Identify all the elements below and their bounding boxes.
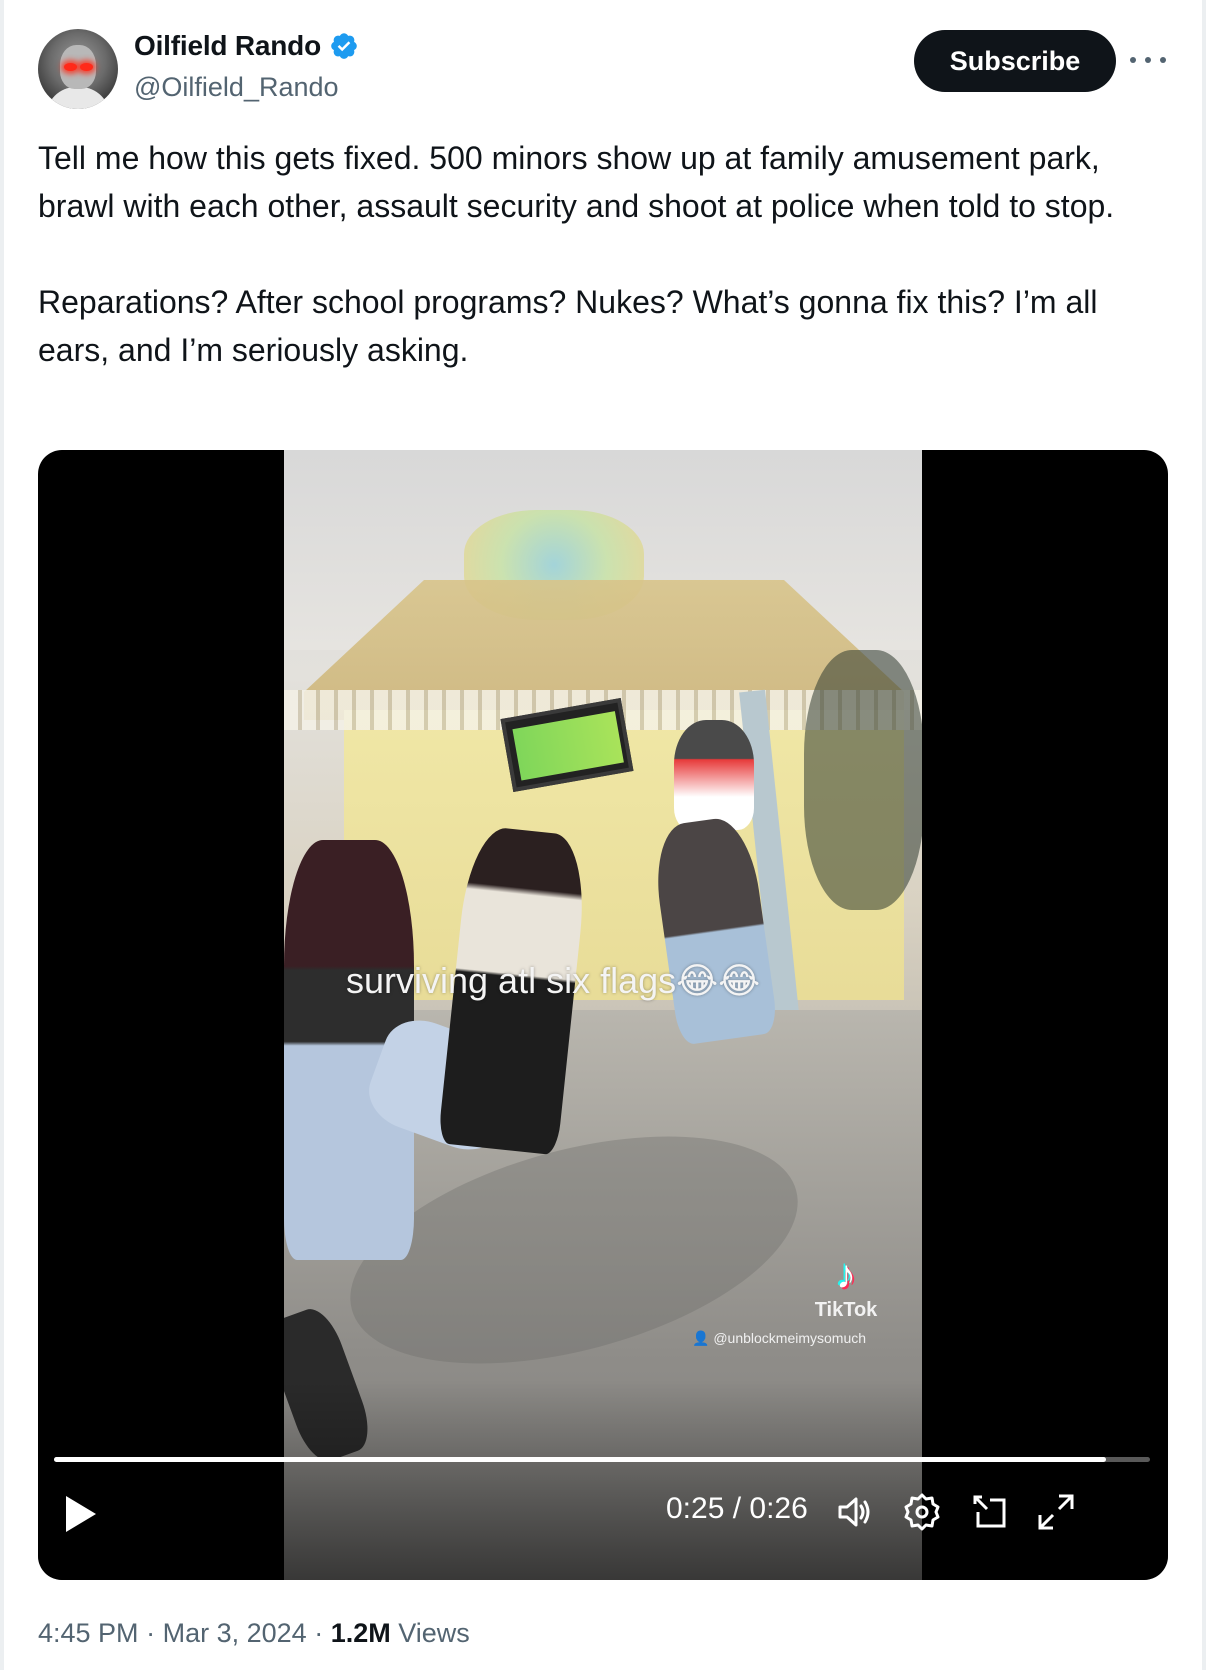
tiktok-logo-icon: ♪	[836, 1253, 856, 1297]
video-progress-fill	[54, 1457, 1107, 1462]
tiktok-brand: TikTok	[814, 1299, 878, 1321]
tiktok-username-text: @unblockmeimysomuch	[713, 1330, 867, 1346]
author-name-row: Oilfield Rando	[134, 30, 359, 62]
video-progress-bar[interactable]	[54, 1457, 1150, 1462]
pop-out-icon[interactable]	[970, 1492, 1010, 1532]
subscribe-button[interactable]: Subscribe	[914, 30, 1116, 92]
user-icon: 👤	[692, 1330, 710, 1346]
author-handle[interactable]: @Oilfield_Rando	[134, 72, 339, 103]
tweet-date[interactable]: Mar 3, 2024	[163, 1618, 307, 1648]
fullscreen-icon[interactable]	[1036, 1492, 1076, 1532]
page-border-left	[0, 0, 4, 1670]
avatar[interactable]	[38, 29, 118, 109]
tweet-paragraph: Reparations? After school programs? Nuke…	[38, 284, 1098, 368]
controls-gradient	[38, 1380, 1168, 1580]
play-icon[interactable]	[60, 1492, 100, 1536]
video-caption: surviving atl six flags😂😂	[346, 960, 761, 1001]
tweet-paragraph: Tell me how this gets fixed. 500 minors …	[38, 140, 1115, 224]
views-label: Views	[398, 1618, 470, 1648]
author-display-name[interactable]: Oilfield Rando	[134, 30, 321, 62]
tiktok-watermark: ♪ TikTok	[806, 1255, 886, 1322]
settings-gear-icon[interactable]	[902, 1492, 942, 1532]
video-time: 0:25 / 0:26	[666, 1492, 808, 1525]
verified-badge-icon	[331, 33, 357, 59]
page-border-right	[1202, 0, 1206, 1670]
volume-icon[interactable]	[834, 1492, 874, 1532]
tweet-meta: 4:45 PM · Mar 3, 2024 · 1.2M Views	[38, 1618, 470, 1649]
video-player[interactable]: surviving atl six flags😂😂 ♪ TikTok 👤 @un…	[38, 450, 1168, 1580]
tweet-card: Oilfield Rando @Oilfield_Rando Subscribe…	[38, 0, 1168, 1670]
meta-separator: ·	[314, 1618, 324, 1648]
tweet-time[interactable]: 4:45 PM	[38, 1618, 139, 1648]
more-horizontal-icon[interactable]	[1130, 48, 1166, 72]
meta-separator: ·	[146, 1618, 156, 1648]
tiktok-username: 👤 @unblockmeimysomuch	[692, 1330, 866, 1347]
tweet-text: Tell me how this gets fixed. 500 minors …	[38, 134, 1138, 374]
views-count: 1.2M	[330, 1618, 391, 1648]
